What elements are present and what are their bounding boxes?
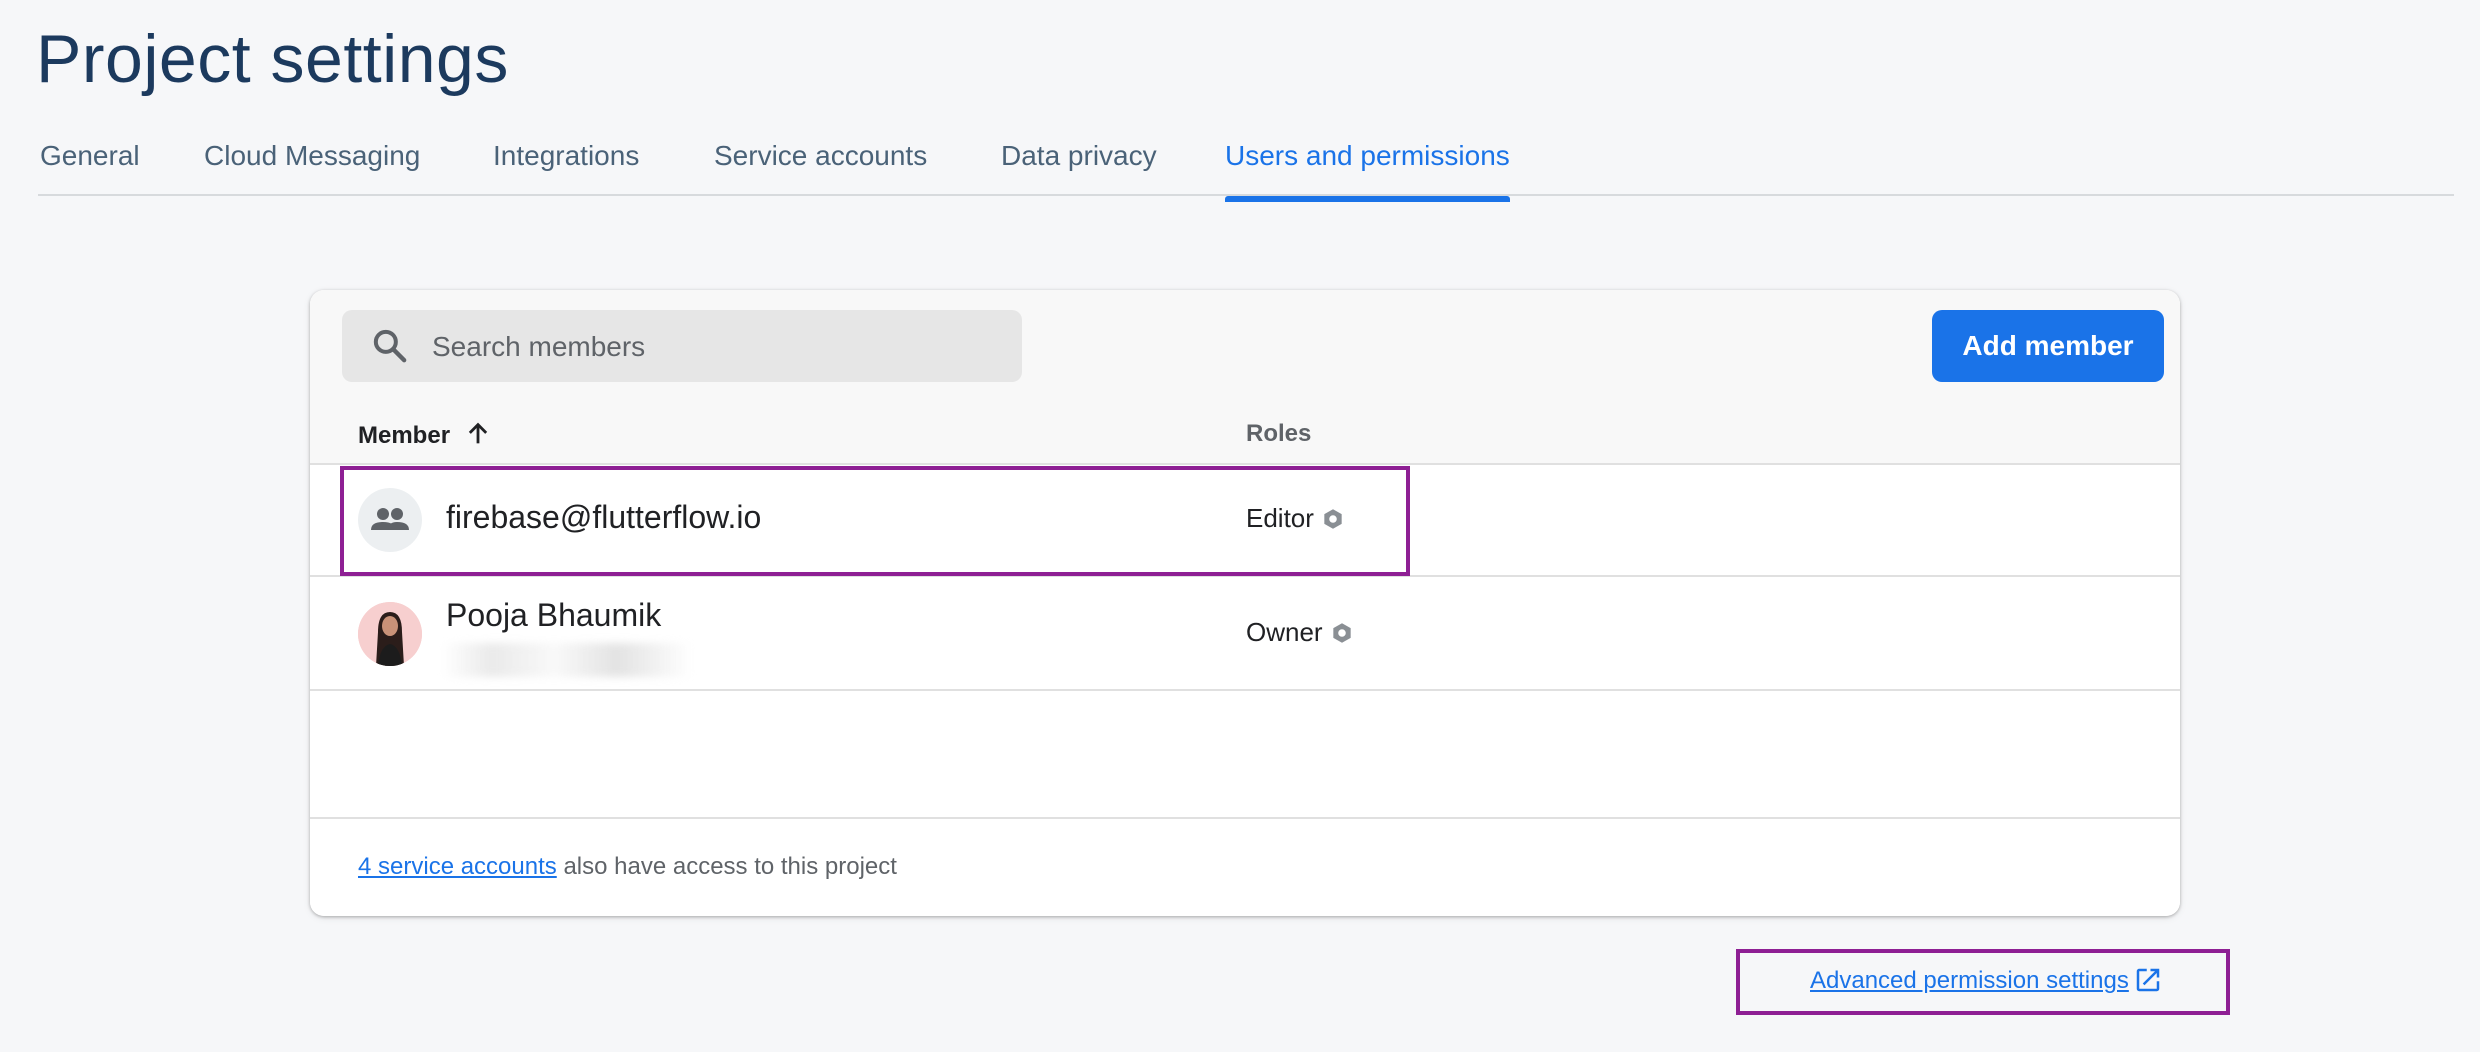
tab-service-accounts[interactable]: Service accounts xyxy=(714,140,927,200)
tab-data-privacy[interactable]: Data privacy xyxy=(1001,140,1157,200)
members-card: Add member Member Roles firebase@flutter… xyxy=(310,290,2180,916)
table-row[interactable]: Pooja Bhaumik Owner xyxy=(310,575,2180,691)
arrow-up-icon[interactable] xyxy=(464,420,492,448)
card-footer: 4 service accounts also have access to t… xyxy=(310,817,2180,916)
service-accounts-note: 4 service accounts also have access to t… xyxy=(358,853,897,881)
avatar xyxy=(358,488,422,552)
search-box[interactable] xyxy=(342,310,1022,384)
service-accounts-link[interactable]: 4 service accounts xyxy=(358,853,557,880)
column-header-roles: Roles xyxy=(1246,420,1312,447)
tab-bar: General Cloud Messaging Integrations Ser… xyxy=(38,118,2454,202)
column-header-member[interactable]: Member xyxy=(358,422,450,450)
table-row[interactable]: firebase@flutterflow.io Editor xyxy=(310,463,2180,577)
search-input[interactable] xyxy=(430,310,1004,384)
page-title: Project settings xyxy=(36,21,509,97)
members-card-header: Add member Member Roles xyxy=(310,290,2180,465)
member-role[interactable]: Editor xyxy=(1246,503,1346,534)
tab-cloud-messaging[interactable]: Cloud Messaging xyxy=(204,140,420,200)
advanced-permission-label: Advanced permission settings xyxy=(1810,967,2129,994)
role-label: Editor xyxy=(1246,503,1314,533)
group-icon xyxy=(371,508,409,530)
user-photo xyxy=(358,602,422,666)
tab-general[interactable]: General xyxy=(40,140,140,200)
role-info-icon[interactable] xyxy=(1329,620,1355,646)
advanced-permission-settings-link[interactable]: Advanced permission settings xyxy=(1810,965,2163,995)
empty-table-area xyxy=(310,689,2180,819)
tab-users-and-permissions[interactable]: Users and permissions xyxy=(1225,140,1510,202)
avatar xyxy=(358,602,422,666)
add-member-button[interactable]: Add member xyxy=(1932,310,2164,382)
role-label: Owner xyxy=(1246,617,1323,647)
search-icon xyxy=(373,329,407,363)
service-accounts-text: also have access to this project xyxy=(563,853,897,880)
tab-integrations[interactable]: Integrations xyxy=(493,140,639,200)
role-info-icon[interactable] xyxy=(1320,506,1346,532)
member-name: Pooja Bhaumik xyxy=(446,597,662,633)
member-role[interactable]: Owner xyxy=(1246,617,1355,648)
external-link-icon xyxy=(2136,968,2160,992)
member-name: firebase@flutterflow.io xyxy=(446,499,762,535)
redacted-email xyxy=(442,643,692,677)
